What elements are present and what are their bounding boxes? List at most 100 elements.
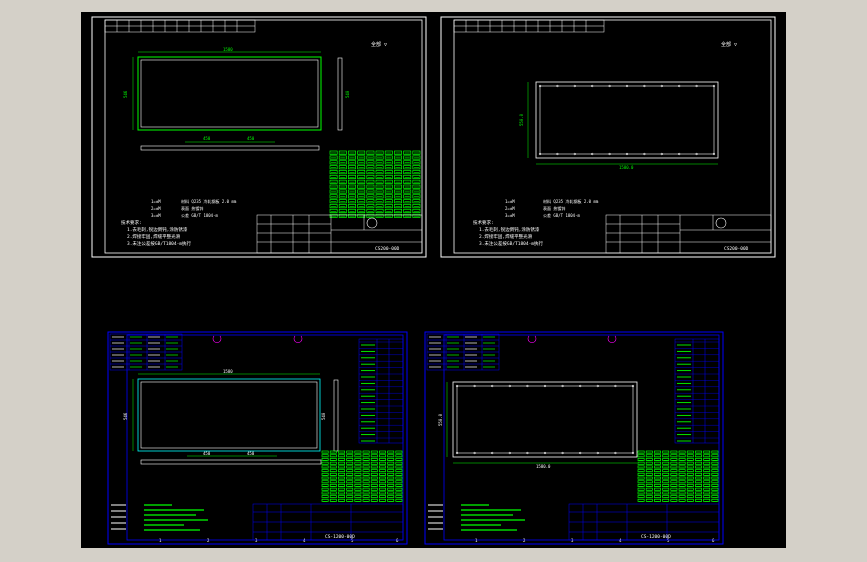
note-label-2: 2=±M — [151, 206, 161, 211]
part-inner-outline — [140, 59, 319, 128]
bom-cell — [366, 179, 375, 184]
bom-cell — [357, 204, 366, 209]
bom-cell — [394, 194, 402, 199]
bom-cell — [412, 160, 421, 165]
bom-cell — [403, 165, 412, 170]
bom-cell — [412, 179, 421, 184]
bom-cell — [375, 204, 384, 209]
bom-cell — [348, 213, 356, 218]
bom-cell — [384, 213, 393, 218]
note-label-1: 1=±M — [505, 199, 515, 204]
note-value-3: 公差 GB/T 1804-m — [543, 212, 580, 218]
bom-cell — [366, 189, 375, 194]
cad-viewport[interactable]: 全部 ▽ 1580 546 540 450 450 1=±M 2=±M 3=±M… — [81, 12, 786, 548]
sheet-inner-border — [453, 19, 772, 254]
bom-cell — [348, 174, 356, 179]
requirement-2: 2.焊接牢固,焊缝平整光滑 — [479, 233, 533, 240]
requirement-3: 3.未注公差按GB/T1804-m执行 — [127, 240, 192, 247]
bom-cell — [366, 184, 375, 189]
bom-cell — [375, 170, 384, 175]
bom-cell — [357, 165, 366, 170]
bom-cell — [375, 189, 384, 194]
sheet-outer-border — [91, 16, 427, 258]
bom-cell — [412, 204, 421, 209]
part-outline[interactable] — [452, 381, 638, 458]
revision-table — [453, 19, 605, 33]
dimension-height: 550.0 — [519, 113, 524, 126]
bottom-view[interactable] — [140, 459, 322, 465]
bom-cell — [375, 165, 384, 170]
bom-cell — [412, 208, 421, 213]
center-mark-arc-1 — [527, 335, 537, 343]
bom-cell — [375, 155, 384, 160]
bom-cell — [329, 174, 338, 179]
dimension-width: 1580 — [223, 369, 233, 374]
sheet-top-right[interactable]: 全部 ▽ 550.0 1580.0 1=±M 2=±M 3=±M 材料 Q235… — [440, 16, 776, 258]
grid-mark-1: 1 — [475, 538, 478, 543]
bom-cell — [348, 199, 356, 204]
bom-cell — [403, 199, 412, 204]
drawing-number: CS200-00D — [375, 246, 400, 252]
bom-cell — [375, 184, 384, 189]
technical-notes — [111, 504, 208, 531]
grid-mark-6: 6 — [396, 538, 399, 543]
drawing-number: CS-1200-00D — [641, 534, 671, 540]
bom-cell — [329, 204, 338, 209]
bom-cell — [384, 184, 393, 189]
bom-cell — [366, 204, 375, 209]
bom-cell — [338, 194, 347, 199]
bom-cell — [338, 155, 347, 160]
sheet-inner-border — [104, 19, 423, 254]
sheet-bottom-left[interactable]: 1 2 3 4 5 6 1580 546 540 450 450 CS-1200… — [107, 331, 408, 545]
bom-cell — [375, 199, 384, 204]
bottom-view[interactable] — [140, 145, 320, 151]
note-value-1: 材料 Q235 冷轧钢板 2.0 mm — [543, 198, 599, 204]
center-mark-arc-2 — [293, 335, 303, 343]
part-outline[interactable] — [535, 81, 719, 159]
bom-cell — [348, 204, 356, 209]
bom-cell — [348, 170, 356, 175]
bom-cell — [338, 179, 347, 184]
bom-cell — [329, 150, 338, 155]
technical-notes — [428, 504, 525, 531]
bom-cell — [329, 165, 338, 170]
cad-drawing-canvas: 全部 ▽ 1580 546 540 450 450 1=±M 2=±M 3=±M… — [91, 16, 776, 545]
grid-mark-4: 4 — [619, 538, 622, 543]
note-label-2: 2=±M — [505, 206, 515, 211]
bom-cell — [338, 184, 347, 189]
bom-cell — [403, 204, 412, 209]
bom-cell — [384, 204, 393, 209]
bom-cell — [329, 160, 338, 165]
side-view[interactable] — [333, 379, 339, 452]
part-outline[interactable] — [137, 56, 322, 131]
sheet-bottom-right[interactable]: 1 2 3 4 5 6 550.0 1580.0 CS-1200-00D — [424, 331, 724, 545]
dimension-height: 546 — [123, 412, 128, 420]
bom-cell — [348, 160, 356, 165]
bom-cell — [394, 165, 402, 170]
note-label-1: 1=±M — [151, 199, 161, 204]
bom-cell — [394, 189, 402, 194]
bom-cell — [338, 189, 347, 194]
side-view[interactable] — [337, 57, 343, 131]
bom-cell — [357, 150, 366, 155]
grid-mark-6: 6 — [712, 538, 715, 543]
bom-cell — [348, 184, 356, 189]
bom-cell — [357, 194, 366, 199]
bom-cell — [394, 213, 402, 218]
sheet-top-left[interactable]: 全部 ▽ 1580 546 540 450 450 1=±M 2=±M 3=±M… — [91, 16, 427, 258]
part-outline[interactable] — [137, 378, 321, 452]
bill-of-materials — [637, 450, 719, 502]
bom-cell — [412, 184, 421, 189]
bom-cell — [366, 199, 375, 204]
bom-cell — [394, 208, 402, 213]
bom-cell — [348, 150, 356, 155]
bom-cell — [412, 199, 421, 204]
drawing-number: CS-1200-00D — [325, 534, 355, 540]
bom-cell — [384, 170, 393, 175]
requirement-3: 3.未注公差按GB/T1804-m执行 — [479, 240, 544, 247]
bom-cell — [338, 174, 347, 179]
bom-cell — [366, 160, 375, 165]
bom-cell — [403, 194, 412, 199]
hole-spacing-b: 450 — [247, 136, 255, 141]
dimension-height: 546 — [123, 90, 128, 98]
